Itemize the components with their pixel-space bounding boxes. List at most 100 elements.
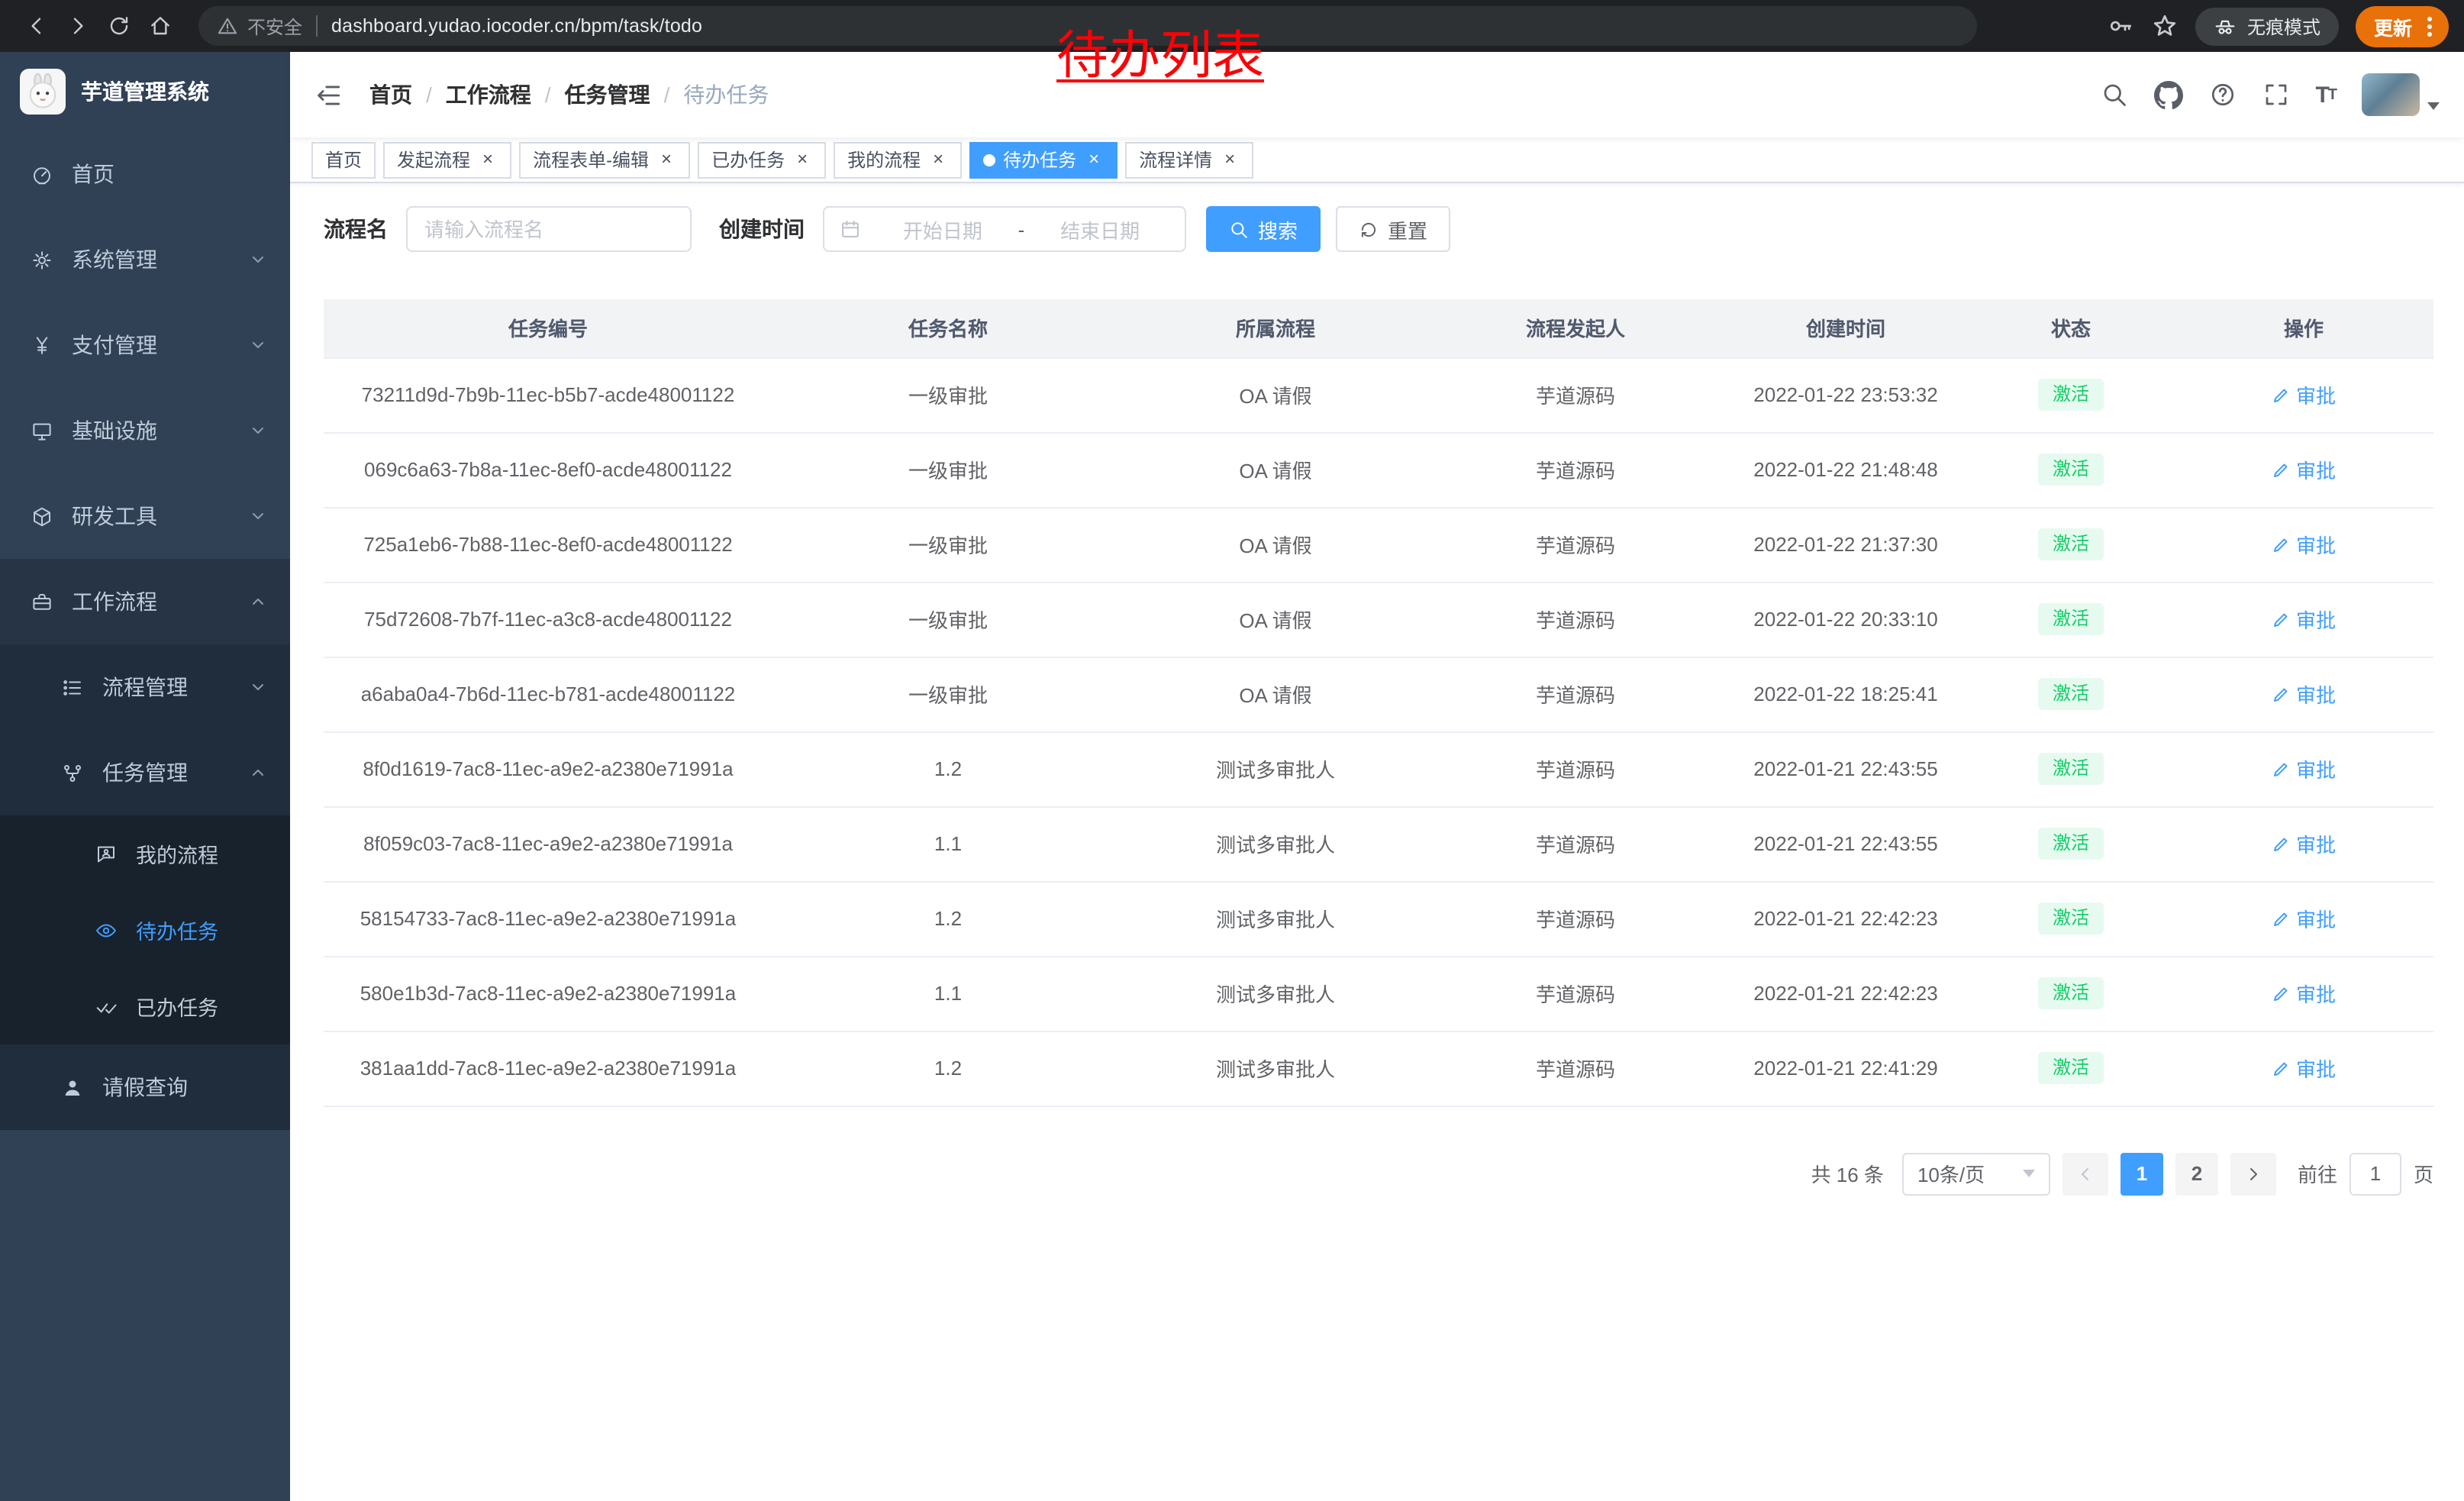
prev-page-button[interactable] (2062, 1152, 2108, 1195)
tab-home[interactable]: 首页 (311, 141, 376, 178)
approve-link[interactable]: 审批 (2272, 605, 2336, 634)
search-icon[interactable] (2100, 81, 2127, 108)
sidebar-item-infrastructure[interactable]: 基础设施 (0, 388, 290, 473)
approve-link[interactable]: 审批 (2272, 904, 2336, 933)
chevron-down-icon (249, 507, 267, 525)
address-divider (316, 15, 318, 37)
address-bar[interactable]: 不安全 dashboard.yudao.iocoder.cn/bpm/task/… (198, 6, 1977, 46)
sidebar-item-payment[interactable]: 支付管理 (0, 302, 290, 388)
tab-my-process[interactable]: 我的流程 (834, 141, 962, 178)
approve-link[interactable]: 审批 (2272, 679, 2336, 709)
reset-button[interactable]: 重置 (1336, 206, 1450, 252)
close-icon[interactable] (928, 150, 948, 169)
cell-process: OA 请假 (1124, 657, 1427, 731)
navbar-tools: TT (2100, 73, 2440, 116)
edit-icon (2272, 834, 2290, 853)
browser-back-icon[interactable] (15, 5, 56, 47)
browser-reload-icon[interactable] (98, 5, 139, 47)
app-logo[interactable]: 芋道管理系统 (0, 52, 290, 131)
cell-task-id: 8f059c03-7ac8-11ec-a9e2-a2380e71991a (324, 806, 772, 881)
browser-forward-icon[interactable] (56, 5, 98, 47)
password-key-icon[interactable] (2107, 12, 2134, 40)
breadcrumb-item-task-management[interactable]: 任务管理 (565, 79, 650, 110)
browser-menu-icon[interactable] (2427, 24, 2432, 28)
calendar-icon (840, 218, 861, 240)
sidebar-item-system[interactable]: 系统管理 (0, 217, 290, 302)
help-icon[interactable] (2208, 81, 2236, 108)
goto-page-input[interactable] (2350, 1152, 2401, 1195)
close-icon[interactable] (792, 150, 812, 169)
page-2-button[interactable]: 2 (2175, 1152, 2218, 1195)
status-badge: 激活 (2039, 827, 2103, 860)
cell-status: 激活 (1968, 1031, 2174, 1106)
sidebar-item-workflow[interactable]: 工作流程 (0, 559, 290, 644)
approve-link[interactable]: 审批 (2272, 530, 2336, 559)
process-name-input[interactable] (406, 206, 692, 252)
breadcrumb-item-workflow[interactable]: 工作流程 (446, 79, 531, 110)
search-button[interactable]: 搜索 (1206, 206, 1321, 252)
cell-task-name: 一级审批 (772, 357, 1124, 432)
cell-action: 审批 (2174, 582, 2433, 657)
next-page-button[interactable] (2230, 1152, 2276, 1195)
user-menu[interactable] (2362, 73, 2440, 116)
sidebar-item-home[interactable]: 首页 (0, 131, 290, 217)
approve-link[interactable]: 审批 (2272, 829, 2336, 858)
status-badge: 激活 (2039, 902, 2103, 934)
tab-done-tasks[interactable]: 已办任务 (698, 141, 826, 178)
sidebar-item-todo-tasks[interactable]: 待办任务 (0, 892, 290, 968)
date-range-picker[interactable]: 开始日期 - 结束日期 (823, 206, 1186, 252)
tab-label: 流程表单-编辑 (533, 147, 649, 173)
cell-initiator: 芋道源码 (1427, 806, 1724, 881)
edit-icon (2272, 1059, 2290, 1077)
approve-link[interactable]: 审批 (2272, 455, 2336, 484)
gear-icon (31, 248, 53, 271)
sidebar-item-leave-query[interactable]: 请假查询 (0, 1044, 290, 1130)
font-size-icon[interactable]: TT (2315, 82, 2336, 108)
breadcrumb-item-home[interactable]: 首页 (369, 79, 412, 110)
start-date-placeholder: 开始日期 (873, 215, 1012, 244)
edit-icon (2272, 386, 2290, 404)
tab-label: 已办任务 (711, 147, 785, 173)
github-icon[interactable] (2153, 80, 2182, 109)
user-avatar[interactable] (2362, 73, 2420, 116)
close-icon[interactable] (1220, 150, 1240, 169)
tab-process-detail[interactable]: 流程详情 (1125, 141, 1253, 178)
sidebar-item-my-process[interactable]: 我的流程 (0, 815, 290, 892)
browser-update-button[interactable]: 更新 (2356, 5, 2449, 47)
approve-link[interactable]: 审批 (2272, 1054, 2336, 1083)
not-secure-warning-icon (217, 15, 238, 37)
cell-status: 激活 (1968, 357, 2174, 432)
sidebar-toggle-icon[interactable] (314, 80, 343, 109)
chevron-down-icon (2023, 1170, 2035, 1177)
cell-task-name: 一级审批 (772, 582, 1124, 657)
sidebar-item-label: 请假查询 (102, 1072, 188, 1102)
sidebar-item-label: 流程管理 (102, 672, 188, 702)
sidebar-item-task-management[interactable]: 任务管理 (0, 730, 290, 815)
table-row: 8f059c03-7ac8-11ec-a9e2-a2380e71991a 1.1… (324, 806, 2433, 881)
page-size-select[interactable]: 10条/页 (1902, 1152, 2050, 1195)
update-label: 更新 (2374, 11, 2412, 40)
approve-link[interactable]: 审批 (2272, 979, 2336, 1008)
approve-link[interactable]: 审批 (2272, 754, 2336, 783)
browser-home-icon[interactable] (139, 5, 180, 47)
tab-process-form-edit[interactable]: 流程表单-编辑 (519, 141, 690, 178)
sidebar-item-process-management[interactable]: 流程管理 (0, 644, 290, 730)
tab-todo-tasks[interactable]: 待办任务 (969, 141, 1118, 178)
cell-process: 测试多审批人 (1124, 1031, 1427, 1106)
close-icon[interactable] (656, 150, 676, 169)
cell-task-id: 8f0d1619-7ac8-11ec-a9e2-a2380e71991a (324, 731, 772, 806)
cell-action: 审批 (2174, 507, 2433, 582)
bookmark-star-icon[interactable] (2151, 12, 2179, 40)
chat-user-icon (95, 842, 118, 865)
fullscreen-icon[interactable] (2262, 81, 2289, 108)
table-header-row: 任务编号 任务名称 所属流程 流程发起人 创建时间 状态 操作 (324, 299, 2433, 357)
cell-created-at: 2022-01-21 22:42:23 (1724, 956, 1968, 1031)
incognito-badge: 无痕模式 (2195, 7, 2339, 45)
close-icon[interactable] (478, 150, 498, 169)
sidebar-item-devtools[interactable]: 研发工具 (0, 473, 290, 559)
sidebar-item-done-tasks[interactable]: 已办任务 (0, 968, 290, 1044)
close-icon[interactable] (1084, 150, 1104, 169)
approve-link[interactable]: 审批 (2272, 380, 2336, 409)
page-1-button[interactable]: 1 (2121, 1152, 2163, 1195)
tab-start-process[interactable]: 发起流程 (383, 141, 511, 178)
